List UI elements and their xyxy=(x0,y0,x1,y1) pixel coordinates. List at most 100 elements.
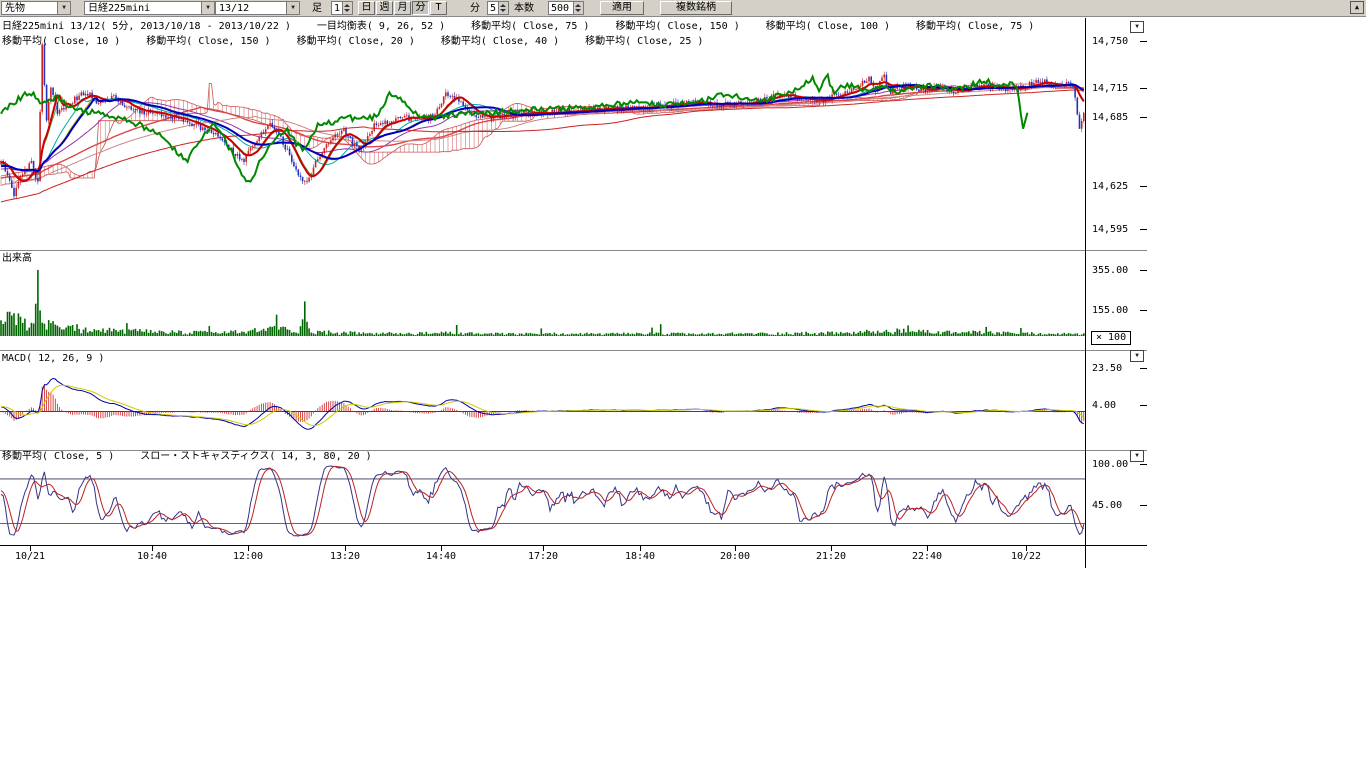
volume-axis-label: 155.00 xyxy=(1092,305,1128,316)
stoch-k-line xyxy=(1,466,1084,536)
legend-item: 移動平均( Close, 75 ) xyxy=(471,21,589,32)
stoch-d-line xyxy=(1,466,1084,535)
count-value: 500 xyxy=(551,3,569,14)
chevron-down-icon[interactable]: ▼ xyxy=(286,2,299,14)
stoch-panel-label: 移動平均( Close, 5 ) スロー・ストキャスティクス( 14, 3, 80… xyxy=(2,451,398,463)
price-panel-dropdown-button[interactable]: ▼ xyxy=(1130,21,1144,33)
time-axis-label: 18:40 xyxy=(618,551,662,562)
spinner-up-icon[interactable] xyxy=(575,4,581,7)
macd-signal-line xyxy=(1,385,1084,425)
minute-value: 5 xyxy=(490,3,496,14)
instrument-type-select[interactable]: 先物 ▼ xyxy=(1,1,71,15)
period-button-day[interactable]: 日 xyxy=(358,1,375,15)
period-button-tick[interactable]: T xyxy=(430,1,447,15)
stoch-panel xyxy=(0,466,1085,536)
chevron-down-icon: ▼ xyxy=(1135,352,1139,359)
price-axis-label: 14,715 xyxy=(1092,83,1128,94)
contract-month-value: 13/12 xyxy=(219,3,249,14)
multi-symbol-button[interactable]: 複数銘柄 xyxy=(660,1,732,15)
chart-title: 日経225mini 13/12( 5分, 2013/10/18 - 2013/1… xyxy=(2,21,291,32)
time-axis-label: 17:20 xyxy=(521,551,565,562)
symbol-value: 日経225mini xyxy=(88,3,150,14)
time-axis-label: 10/22 xyxy=(1004,551,1048,562)
macd-panel xyxy=(0,379,1085,430)
chart-canvas xyxy=(0,0,1366,768)
ma-25-line xyxy=(1,85,1084,172)
period-button-week[interactable]: 週 xyxy=(376,1,393,15)
minute-stepper[interactable]: 5 xyxy=(487,1,509,15)
price-panel xyxy=(0,43,1084,203)
stoch-axis-label: 100.00 xyxy=(1092,459,1128,470)
legend-item: 移動平均( Close, 150 ) xyxy=(615,21,739,32)
time-axis-label: 13:20 xyxy=(323,551,367,562)
scroll-up-button[interactable]: ▲ xyxy=(1350,1,1364,14)
count-label: 本数 xyxy=(514,3,534,14)
ma-20-line xyxy=(1,84,1084,174)
contract-month-select[interactable]: 13/12 ▼ xyxy=(215,1,300,15)
ma-100-line xyxy=(1,87,1084,186)
legend-item: 移動平均( Close, 25 ) xyxy=(585,36,703,47)
time-axis-label: 10/21 xyxy=(8,551,52,562)
stoch-panel-dropdown-button[interactable]: ▼ xyxy=(1130,450,1144,462)
volume-label: 出来高 xyxy=(2,253,32,264)
macd-axis-label: 4.00 xyxy=(1092,400,1116,411)
symbol-select[interactable]: 日経225mini ▼ xyxy=(84,1,215,15)
stepper-arrows[interactable] xyxy=(573,2,583,14)
bar-multiplier-stepper[interactable]: 1 xyxy=(331,1,353,15)
chevron-down-icon[interactable]: ▼ xyxy=(201,2,214,14)
apply-button[interactable]: 適用 xyxy=(600,1,644,15)
period-button-month[interactable]: 月 xyxy=(394,1,411,15)
spinner-down-icon[interactable] xyxy=(344,9,350,12)
legend-item: 移動平均( Close, 75 ) xyxy=(916,21,1034,32)
bar-multiplier-value: 1 xyxy=(334,3,340,14)
macd-axis-label: 23.50 xyxy=(1092,363,1122,374)
chart-application: 先物 ▼ 日経225mini ▼ 13/12 ▼ 足 1 日週月分T 分 5 xyxy=(0,0,1366,768)
instrument-type-value: 先物 xyxy=(5,3,25,14)
main-chart-legend-2: 移動平均( Close, 10 ) 移動平均( Close, 150 ) 移動平均(… xyxy=(2,36,729,48)
bar-label: 足 xyxy=(312,3,322,14)
macd-histogram xyxy=(1,384,1084,422)
ma-150-line xyxy=(1,90,1084,202)
legend-item: 移動平均( Close, 20 ) xyxy=(297,36,415,47)
price-axis-label: 14,685 xyxy=(1092,112,1128,123)
spinner-down-icon[interactable] xyxy=(575,9,581,12)
chevron-down-icon: ▼ xyxy=(1135,452,1139,459)
time-axis-label: 12:00 xyxy=(226,551,270,562)
time-axis-label: 22:40 xyxy=(905,551,949,562)
legend-item: スロー・ストキャスティクス( 14, 3, 80, 20 ) xyxy=(140,451,371,462)
chevron-down-icon: ▼ xyxy=(1135,23,1139,30)
macd-panel-label: MACD( 12, 26, 9 ) xyxy=(2,353,130,365)
spinner-down-icon[interactable] xyxy=(500,9,506,12)
spinner-up-icon[interactable] xyxy=(344,4,350,7)
macd-panel-dropdown-button[interactable]: ▼ xyxy=(1130,350,1144,362)
time-axis-label: 21:20 xyxy=(809,551,853,562)
spinner-up-icon[interactable] xyxy=(500,4,506,7)
chevron-down-icon[interactable]: ▼ xyxy=(57,2,70,14)
legend-item: 移動平均( Close, 100 ) xyxy=(766,21,890,32)
legend-item: 移動平均( Close, 150 ) xyxy=(146,36,270,47)
stepper-arrows[interactable] xyxy=(342,2,352,14)
volume-multiplier: × 100 xyxy=(1096,332,1126,343)
stoch-axis-label: 45.00 xyxy=(1092,500,1122,511)
macd-label: MACD( 12, 26, 9 ) xyxy=(2,353,104,364)
volume-bars xyxy=(0,270,1084,336)
time-axis-label: 10:40 xyxy=(130,551,174,562)
price-axis-label: 14,750 xyxy=(1092,36,1128,47)
price-axis-label: 14,595 xyxy=(1092,224,1128,235)
legend-item: 移動平均( Close, 5 ) xyxy=(2,451,114,462)
minute-label: 分 xyxy=(470,3,480,14)
main-chart-legend: 日経225mini 13/12( 5分, 2013/10/18 - 2013/1… xyxy=(2,21,1060,33)
legend-item: 移動平均( Close, 10 ) xyxy=(2,36,120,47)
toolbar: 先物 ▼ 日経225mini ▼ 13/12 ▼ 足 1 日週月分T 分 5 xyxy=(0,0,1366,17)
volume-multiplier-box: × 100 xyxy=(1091,331,1131,345)
scroll-up-icon: ▲ xyxy=(1355,3,1359,11)
period-button-minute[interactable]: 分 xyxy=(412,1,429,15)
time-axis-label: 20:00 xyxy=(713,551,757,562)
axes xyxy=(0,18,1147,568)
volume-axis-label: 355.00 xyxy=(1092,265,1128,276)
price-axis-label: 14,625 xyxy=(1092,181,1128,192)
stepper-arrows[interactable] xyxy=(498,2,508,14)
volume-panel-label: 出来高 xyxy=(2,253,58,265)
kijun-line xyxy=(1,85,1084,171)
count-stepper[interactable]: 500 xyxy=(548,1,584,15)
